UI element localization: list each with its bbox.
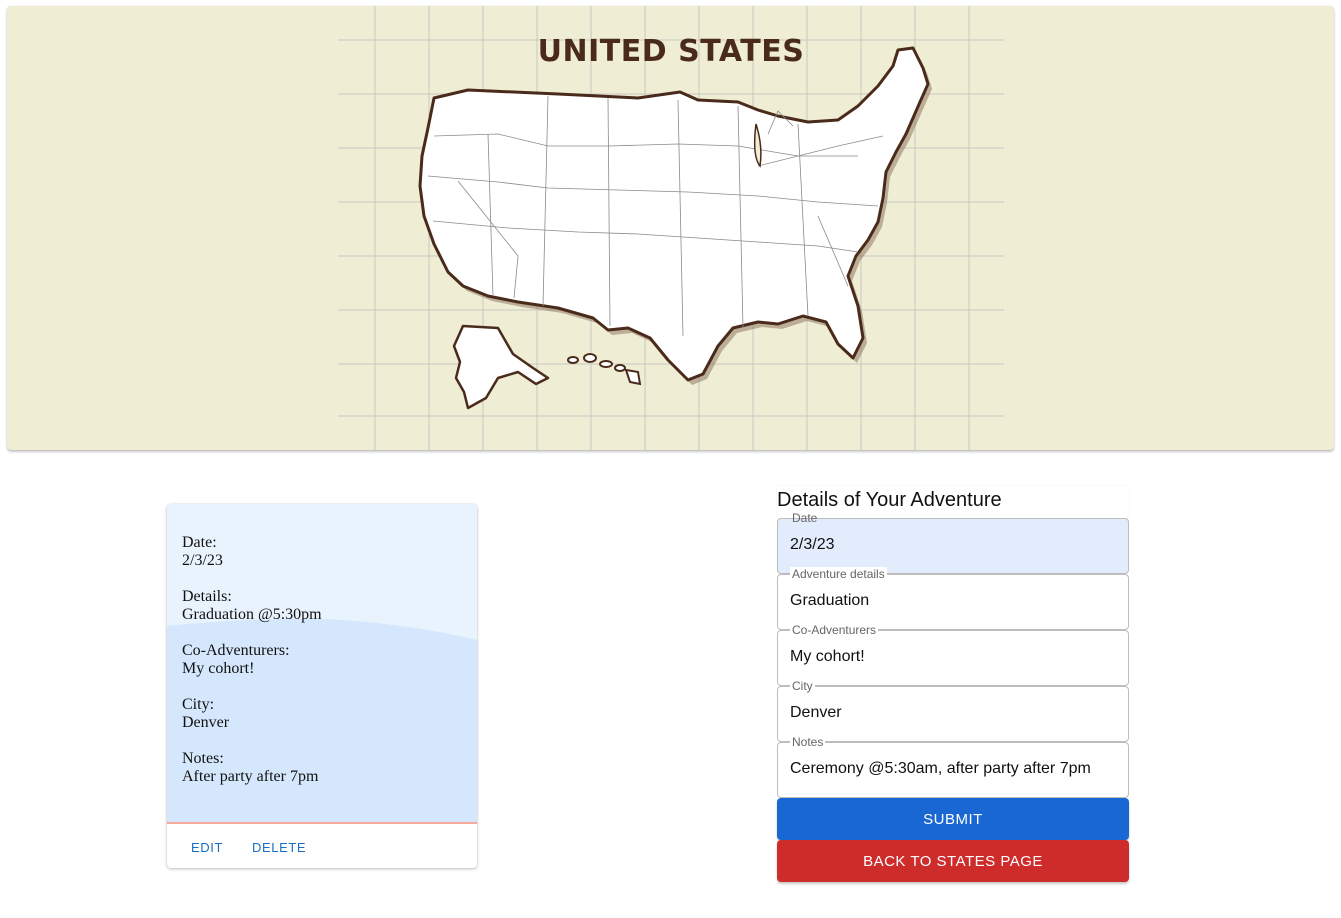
card-field-date: Date: 2/3/23 xyxy=(182,534,322,570)
card-value-co-adventurers: My cohort! xyxy=(182,660,255,677)
card-field-notes: Notes: After party after 7pm xyxy=(182,750,322,786)
card-field-city: City: Denver xyxy=(182,696,322,732)
co-adventurers-label: Co-Adventurers xyxy=(790,623,879,637)
adventure-details-input[interactable] xyxy=(790,592,1118,610)
card-value-date: 2/3/23 xyxy=(182,552,223,569)
submit-button[interactable]: SUBMIT xyxy=(777,798,1129,840)
card-label-co-adventurers: Co-Adventurers: xyxy=(182,642,290,659)
card-value-city: Denver xyxy=(182,714,230,731)
date-field-label: Date xyxy=(792,511,818,525)
delete-button[interactable]: DELETE xyxy=(244,836,314,859)
card-field-co-adventurers: Co-Adventurers: My cohort! xyxy=(182,642,322,678)
co-adventurers-input[interactable] xyxy=(790,648,1118,666)
notes-label: Notes xyxy=(790,735,826,749)
card-label-details: Details: xyxy=(182,588,232,605)
header-banner: UNITED STATES xyxy=(7,6,1334,450)
back-to-states-button[interactable]: BACK TO STATES PAGE xyxy=(777,840,1129,882)
co-adventurers-field: Co-Adventurers xyxy=(777,623,1129,686)
date-field: Date xyxy=(777,511,1129,574)
adventure-details-label: Adventure details xyxy=(790,567,887,581)
adventure-card-body: Date: 2/3/23 Details: Graduation @5:30pm… xyxy=(167,504,477,822)
city-field: City xyxy=(777,679,1129,742)
card-value-notes: After party after 7pm xyxy=(182,768,319,785)
map-title: UNITED STATES xyxy=(537,34,805,69)
card-label-city: City: xyxy=(182,696,215,713)
form-title: Details of Your Adventure xyxy=(777,489,1002,511)
us-map-image: UNITED STATES xyxy=(338,6,1004,450)
adventure-card: Date: 2/3/23 Details: Graduation @5:30pm… xyxy=(167,504,477,868)
adventure-card-actions: EDIT DELETE xyxy=(167,822,477,868)
notes-field: Notes xyxy=(777,735,1129,798)
date-input[interactable] xyxy=(790,536,1118,554)
card-label-date: Date: xyxy=(182,534,217,551)
adventure-details-field: Adventure details xyxy=(777,567,1129,630)
adventure-card-details: Date: 2/3/23 Details: Graduation @5:30pm… xyxy=(182,534,322,804)
adventure-form: Details of Your Adventure Date Adventure… xyxy=(777,486,1129,886)
edit-button[interactable]: EDIT xyxy=(183,836,231,859)
notes-input[interactable] xyxy=(790,760,1118,778)
us-map-graphic xyxy=(338,6,1004,450)
card-label-notes: Notes: xyxy=(182,750,224,767)
card-value-details: Graduation @5:30pm xyxy=(182,606,322,623)
city-label: City xyxy=(790,679,815,693)
city-input[interactable] xyxy=(790,704,1118,722)
card-field-details: Details: Graduation @5:30pm xyxy=(182,588,322,624)
